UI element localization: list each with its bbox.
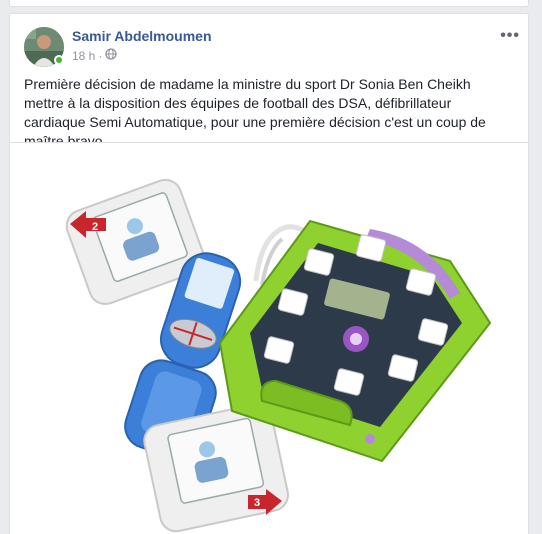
meta-separator: · <box>98 48 103 63</box>
defibrillator-image: 2 3 <box>65 178 492 533</box>
post-text: Première décision de madame la ministre … <box>24 76 486 149</box>
online-status-icon <box>54 55 64 65</box>
globe-icon[interactable] <box>105 48 118 63</box>
post-timestamp[interactable]: 18 h <box>72 49 95 63</box>
more-options-icon[interactable]: ••• <box>500 27 520 45</box>
author-name-link[interactable]: Samir Abdelmoumen <box>72 28 212 44</box>
previous-post-edge <box>9 0 529 7</box>
svg-text:2: 2 <box>92 221 98 233</box>
post-image[interactable]: 2 3 <box>10 142 528 534</box>
feed-post: Samir Abdelmoumen 18 h · ••• Première dé… <box>9 13 529 534</box>
svg-text:3: 3 <box>254 497 260 509</box>
post-meta: 18 h · <box>72 48 118 63</box>
